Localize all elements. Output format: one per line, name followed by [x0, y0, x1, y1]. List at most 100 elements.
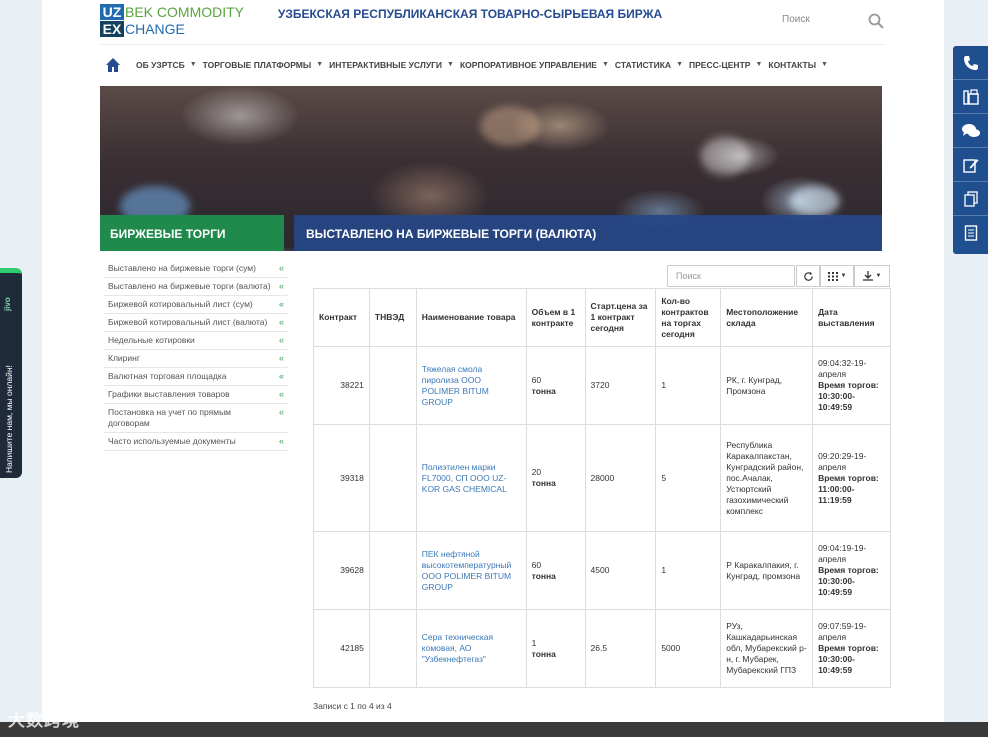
sidebar-item-quote-sum[interactable]: Биржевой котировальный лист (сум) «: [104, 296, 288, 314]
logo-uz: UZ: [100, 4, 124, 20]
date-cell: 09:04:32-19-апреля Время торгов: 10:30:00-…: [812, 346, 891, 425]
sidebar-item-documents[interactable]: Часто используемые документы «: [104, 433, 288, 451]
nav-item-contacts[interactable]: КОНТАКТЫ ▼: [768, 60, 828, 70]
sidebar-item-direct-contracts[interactable]: Постановка на учет по прямым договорам «: [104, 404, 288, 433]
price-cell: 26.5: [584, 609, 657, 688]
sidebar-item-weekly[interactable]: Недельные котировки «: [104, 332, 288, 350]
date-cell: 09:20:29-19-апреля Время торгов: 11:00:00-…: [812, 424, 891, 532]
caret-down-icon: ▼: [676, 61, 683, 68]
column-header[interactable]: Наименование товара: [415, 288, 527, 347]
page-title: ВЫСТАВЛЕНО НА БИРЖЕВЫЕ ТОРГИ (ВАЛЮТА): [294, 215, 882, 251]
sidebar-item-schedules[interactable]: Графики выставления товаров «: [104, 386, 288, 404]
contract-cell: 42185: [313, 609, 370, 688]
chevron-left-icon: «: [278, 353, 284, 363]
sidebar-menu: Выставлено на биржевые торги (сум) « Выст…: [104, 260, 288, 451]
home-icon[interactable]: [104, 56, 122, 74]
logo-line1: BEK COMMODITY: [125, 4, 245, 20]
refresh-button[interactable]: [796, 265, 820, 287]
table-row: 39628 ПЕК нефтяной высокотемпературный О…: [313, 531, 891, 610]
feedback-button[interactable]: [953, 148, 988, 182]
main-navigation: ОБ УЗРТСБ ▼ ТОРГОВЫЕ ПЛАТФОРМЫ ▼ ИНТЕРАКТИ…: [100, 44, 886, 84]
comments-icon: [961, 123, 980, 137]
search-icon[interactable]: [867, 12, 885, 30]
document-icon: [964, 225, 977, 241]
price-cell: 28000: [584, 424, 657, 532]
banner-light: [700, 136, 750, 176]
product-link[interactable]: Полиэтилен марки FL7000, СП ООО UZ-KOR G…: [415, 424, 527, 532]
header-search-input[interactable]: Поиск: [782, 14, 810, 25]
site-logo[interactable]: UZ BEK COMMODITY EX CHANGE: [100, 4, 270, 37]
export-button[interactable]: ▼: [854, 265, 890, 287]
phone-button[interactable]: [953, 46, 988, 80]
logo-ex: EX: [100, 21, 124, 37]
fax-icon: [962, 88, 979, 105]
count-cell: 1: [655, 531, 722, 610]
sidebar-item-quote-currency[interactable]: Биржевой котировальный лист (валюта) «: [104, 314, 288, 332]
nav-item-statistics[interactable]: СТАТИСТИКА ▼: [615, 60, 683, 70]
caret-down-icon: ▼: [447, 61, 454, 68]
logo-line2: CHANGE: [125, 21, 185, 37]
sidebar-item-clearing[interactable]: Клиринг «: [104, 350, 288, 368]
nav-item-press-center[interactable]: ПРЕСС-ЦЕНТР ▼: [689, 60, 762, 70]
nav-item-corporate-governance[interactable]: КОРПОРАТИВНОЕ УПРАВЛЕНИЕ ▼: [460, 60, 609, 70]
tnved-cell: [368, 531, 417, 610]
contact-rail: [953, 46, 988, 254]
documents-button[interactable]: [953, 182, 988, 216]
chevron-left-icon: «: [278, 281, 284, 291]
download-icon: [862, 271, 873, 281]
count-cell: 1: [655, 346, 722, 425]
chevron-left-icon: «: [278, 299, 284, 309]
chat-brand: jivo: [3, 297, 12, 311]
nav-item-interactive-services[interactable]: ИНТЕРАКТИВНЫЕ УСЛУГИ ▼: [329, 60, 454, 70]
chat-button[interactable]: [953, 114, 988, 148]
table-row: 42185 Сера техническая комовая, АО "Узбе…: [313, 609, 891, 688]
document-button[interactable]: [953, 216, 988, 250]
location-cell: Республика Каракалпакстан, Кунградский р…: [720, 424, 814, 532]
online-chat-tab[interactable]: jivo Напишите нам, мы онлайн!: [0, 268, 22, 478]
price-cell: 3720: [584, 346, 657, 425]
column-header[interactable]: Местоположение склада: [720, 288, 814, 347]
banner-light: [480, 106, 540, 146]
column-header[interactable]: Дата выставления: [812, 288, 891, 347]
product-link[interactable]: Тяжелая смола пиролиза ООО POLIMER BITUM…: [415, 346, 527, 425]
fax-button[interactable]: [953, 80, 988, 114]
location-cell: Р Каракалпакия, г. Кунград, промзона: [720, 531, 814, 610]
column-header[interactable]: ТНВЭД: [368, 288, 417, 347]
price-cell: 4500: [584, 531, 657, 610]
count-cell: 5000: [655, 609, 722, 688]
volume-cell: 20 тонна: [525, 424, 586, 532]
tnved-cell: [368, 424, 417, 532]
caret-down-icon: ▼: [601, 61, 609, 68]
product-link[interactable]: Сера техническая комовая, АО "Узбекнефте…: [415, 609, 527, 688]
chevron-left-icon: «: [278, 389, 284, 399]
table-summary: Записи с 1 по 4 из 4: [313, 701, 392, 711]
watermark-logo: 大数跨境: [8, 711, 80, 730]
column-header[interactable]: Контракт: [313, 288, 370, 347]
footer-bar: [0, 722, 988, 737]
table-row: 39318 Полиэтилен марки FL7000, СП ООО UZ…: [313, 424, 891, 532]
sidebar-item-sum[interactable]: Выставлено на биржевые торги (сум) «: [104, 260, 288, 278]
chevron-left-icon: «: [278, 317, 284, 327]
column-header[interactable]: Объем в 1 контракте: [525, 288, 586, 347]
product-link[interactable]: ПЕК нефтяной высокотемпературный ООО POL…: [415, 531, 527, 610]
caret-down-icon: ▼: [189, 61, 197, 68]
chevron-left-icon: «: [278, 371, 284, 381]
nav-item-trading-platforms[interactable]: ТОРГОВЫЕ ПЛАТФОРМЫ ▼: [203, 60, 324, 70]
sidebar-item-fx-platform[interactable]: Валютная торговая площадка «: [104, 368, 288, 386]
chevron-left-icon: «: [278, 436, 284, 446]
caret-down-icon: ▼: [821, 61, 828, 68]
nav-item-about[interactable]: ОБ УЗРТСБ ▼: [136, 60, 197, 70]
caret-down-icon: ▼: [316, 61, 324, 68]
edit-icon: [962, 158, 978, 173]
sidebar-item-currency[interactable]: Выставлено на биржевые торги (валюта) «: [104, 278, 288, 296]
chevron-left-icon: «: [278, 335, 284, 345]
columns-toggle-button[interactable]: ▼: [820, 265, 854, 287]
caret-down-icon: ▼: [875, 273, 882, 279]
banner-light: [790, 186, 840, 216]
volume-cell: 60 тонна: [525, 531, 586, 610]
caret-down-icon: ▼: [840, 273, 847, 279]
column-header[interactable]: Старт.цена за 1 контракт сегодня: [584, 288, 657, 347]
date-cell: 09:04:19-19-апреля Время торгов: 10:30:00-…: [812, 531, 891, 610]
table-search-input[interactable]: Поиск: [667, 265, 795, 287]
column-header[interactable]: Кол-во контрактов на торгах сегодня: [655, 288, 722, 347]
